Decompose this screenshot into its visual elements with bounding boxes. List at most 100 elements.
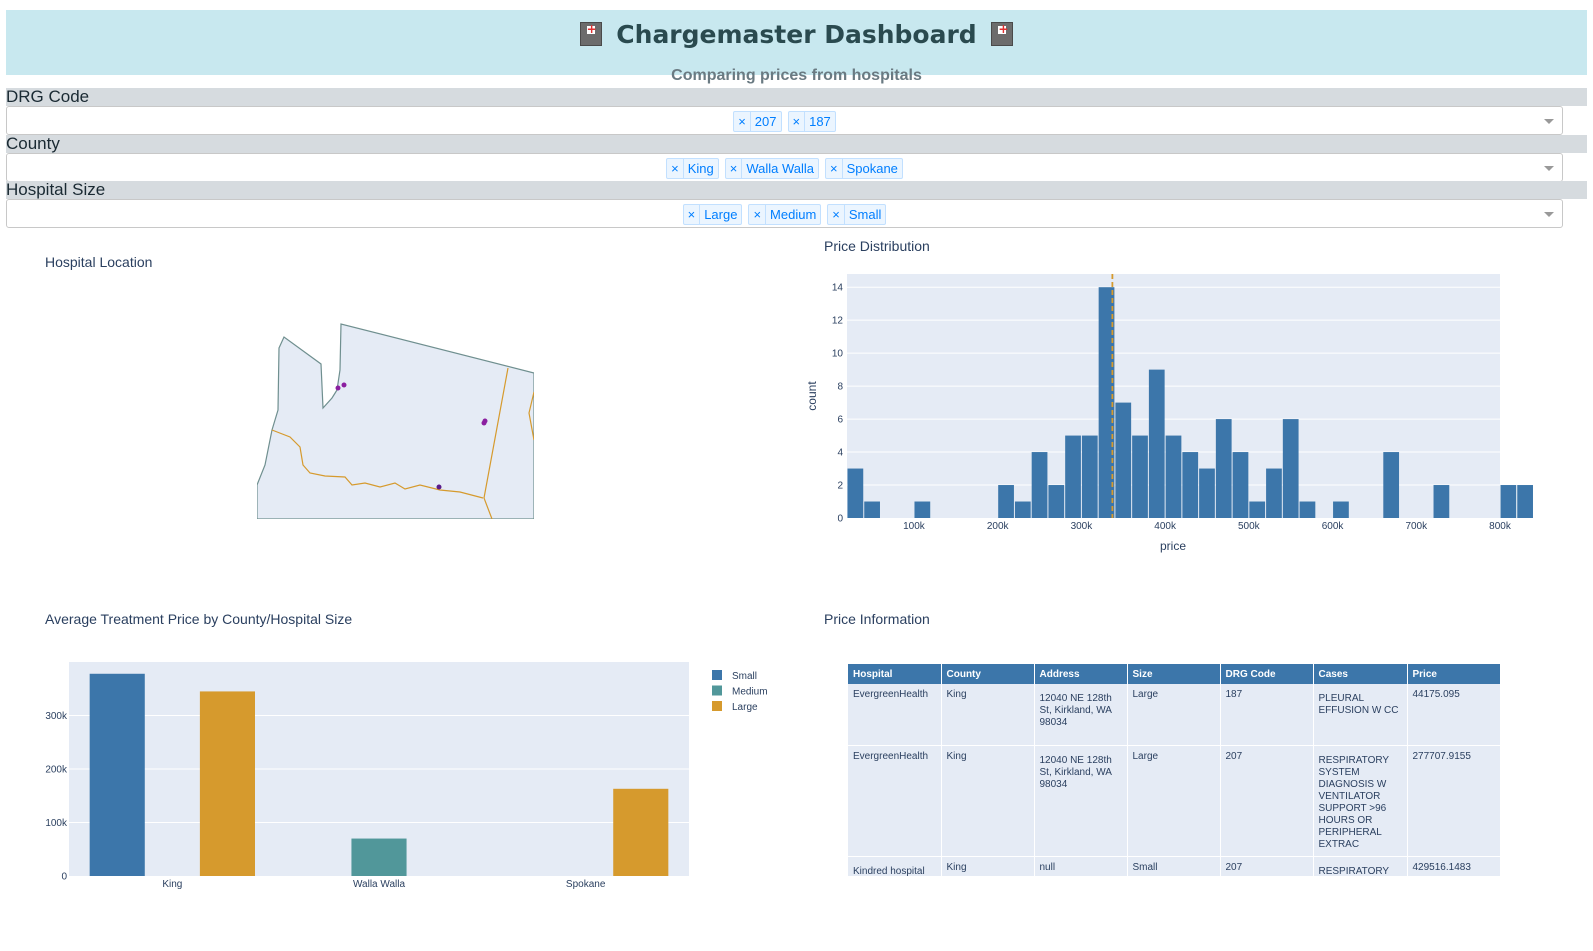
bar-medium[interactable] [351, 838, 407, 876]
chevron-down-icon[interactable] [1544, 166, 1554, 171]
histogram-bar[interactable] [1383, 452, 1400, 518]
legend-label[interactable]: Small [732, 671, 757, 682]
hospital-location-map[interactable] [0, 0, 790, 560]
legend-label[interactable]: Large [732, 702, 758, 713]
column-header[interactable]: Cases [1313, 664, 1408, 684]
histogram-bar[interactable] [1333, 501, 1349, 518]
histogram-bar[interactable] [1014, 501, 1031, 518]
washington-state [257, 323, 534, 519]
legend[interactable]: Small Medium Large [712, 670, 768, 713]
chip-label: 187 [809, 114, 831, 129]
x-tick-label: King [162, 879, 182, 890]
hospital-marker[interactable] [335, 385, 341, 391]
histogram-bar[interactable] [914, 501, 931, 518]
table-cell: 429516.1483 [1407, 856, 1500, 876]
y-tick-label: 100k [45, 818, 68, 829]
histogram-bar[interactable] [1065, 435, 1081, 518]
table-cell: EvergreenHealth [848, 684, 942, 746]
price-table: Hospital County Address Size DRG Code Ca… [848, 664, 1500, 876]
column-header[interactable]: County [941, 664, 1035, 684]
histogram-bar[interactable] [1433, 485, 1450, 518]
table-cell: Small [1127, 856, 1221, 876]
histogram-bar[interactable] [1048, 485, 1065, 518]
histogram-bar[interactable] [1215, 419, 1232, 518]
legend-swatch[interactable] [712, 701, 722, 711]
county-chip: × Spokane [824, 158, 903, 179]
x-tick-label: 100k [903, 521, 926, 532]
x-tick-label: 700k [1405, 521, 1428, 532]
price-table-container[interactable]: Hospital County Address Size DRG Code Ca… [848, 664, 1500, 876]
histogram-bar[interactable] [1031, 452, 1048, 518]
legend-swatch[interactable] [712, 670, 722, 680]
remove-chip-icon[interactable]: × [826, 159, 843, 178]
table-cell: 187 [1220, 684, 1314, 746]
table-row: EvergreenHealth King 12040 NE 128th St, … [848, 684, 1500, 746]
price-distribution-chart[interactable]: 100k 200k 300k 400k 500k 600k 700k 800k 0 2 4 6 8 10… [790, 230, 1570, 570]
remove-chip-icon[interactable]: × [789, 112, 806, 131]
column-header[interactable]: Price [1407, 664, 1500, 684]
histogram-bar[interactable] [1266, 468, 1282, 518]
column-header[interactable]: Size [1127, 664, 1221, 684]
remove-chip-icon[interactable]: × [828, 205, 845, 224]
table-row: EvergreenHealth King 12040 NE 128th St, … [848, 745, 1500, 857]
histogram-bar[interactable] [1199, 468, 1215, 518]
column-header[interactable]: Address [1034, 664, 1128, 684]
table-header-row: Hospital County Address Size DRG Code Ca… [848, 664, 1500, 684]
histogram-bar[interactable] [1232, 452, 1249, 518]
histogram-bar[interactable] [847, 468, 864, 518]
histogram-bar[interactable] [1081, 435, 1098, 518]
chevron-down-icon[interactable] [1544, 119, 1554, 124]
hospital-marker[interactable] [341, 382, 347, 388]
x-tick-labels: King Walla Walla Spokane [162, 879, 606, 890]
x-tick-label: 400k [1154, 521, 1177, 532]
map-geo [257, 323, 534, 519]
histogram-bar[interactable] [1500, 485, 1517, 518]
hospital-marker[interactable] [482, 418, 488, 424]
avg-price-bar-chart[interactable]: King Walla Walla Spokane 0 100k 200k 300k Sma… [0, 640, 800, 910]
y-tick-label: 6 [837, 415, 843, 426]
chip-label: Small [848, 207, 882, 222]
column-header[interactable]: DRG Code [1220, 664, 1314, 684]
histogram-bar[interactable] [1132, 435, 1148, 518]
table-title: Price Information [824, 611, 930, 627]
histogram-bar[interactable] [1115, 402, 1132, 518]
y-axis-label: count [805, 381, 819, 411]
bar-large[interactable] [613, 788, 669, 876]
y-tick-label: 300k [45, 711, 68, 722]
table-row: Kindred hospital King null Small 207 RES… [848, 856, 1500, 876]
x-tick-label: 300k [1071, 521, 1094, 532]
table-cell: Kindred hospital [848, 856, 942, 876]
chip-label: Spokane [846, 161, 898, 176]
y-tick-label: 0 [61, 872, 67, 883]
histogram-bar[interactable] [1165, 435, 1182, 518]
histogram-bar[interactable] [864, 501, 880, 518]
histogram-bar[interactable] [1148, 369, 1165, 518]
table-cell: PLEURAL EFFUSION W CC [1313, 684, 1408, 746]
y-tick-label: 4 [837, 448, 843, 459]
table-cell: 277707.9155 [1407, 745, 1500, 857]
table-cell: 207 [1220, 745, 1314, 857]
histogram-bar[interactable] [1182, 452, 1199, 518]
histogram-bar[interactable] [1249, 501, 1266, 518]
bar-small[interactable] [89, 673, 145, 876]
bar-large[interactable] [199, 691, 255, 876]
column-header[interactable]: Hospital [848, 664, 942, 684]
table-cell: 12040 NE 128th St, Kirkland, WA 98034 [1034, 684, 1128, 746]
histogram-bar[interactable] [1299, 501, 1316, 518]
table-cell: 207 [1220, 856, 1314, 876]
x-tick-label: 800k [1489, 521, 1512, 532]
chevron-down-icon[interactable] [1544, 212, 1554, 217]
x-tick-labels: 100k 200k 300k 400k 500k 600k 700k 800k [903, 521, 1512, 532]
drg-chip: × 187 [787, 111, 836, 132]
y-tick-label: 2 [837, 481, 843, 492]
legend-swatch[interactable] [712, 685, 722, 696]
histogram-bar[interactable] [998, 485, 1014, 518]
table-cell: King [941, 856, 1035, 876]
legend-label[interactable]: Medium [732, 687, 768, 698]
histogram-bar[interactable] [1517, 485, 1533, 518]
x-tick-label: Spokane [566, 879, 606, 890]
y-tick-label: 200k [45, 765, 68, 776]
hospital-marker[interactable] [436, 484, 442, 490]
x-tick-label: 500k [1238, 521, 1261, 532]
histogram-bar[interactable] [1282, 419, 1299, 518]
